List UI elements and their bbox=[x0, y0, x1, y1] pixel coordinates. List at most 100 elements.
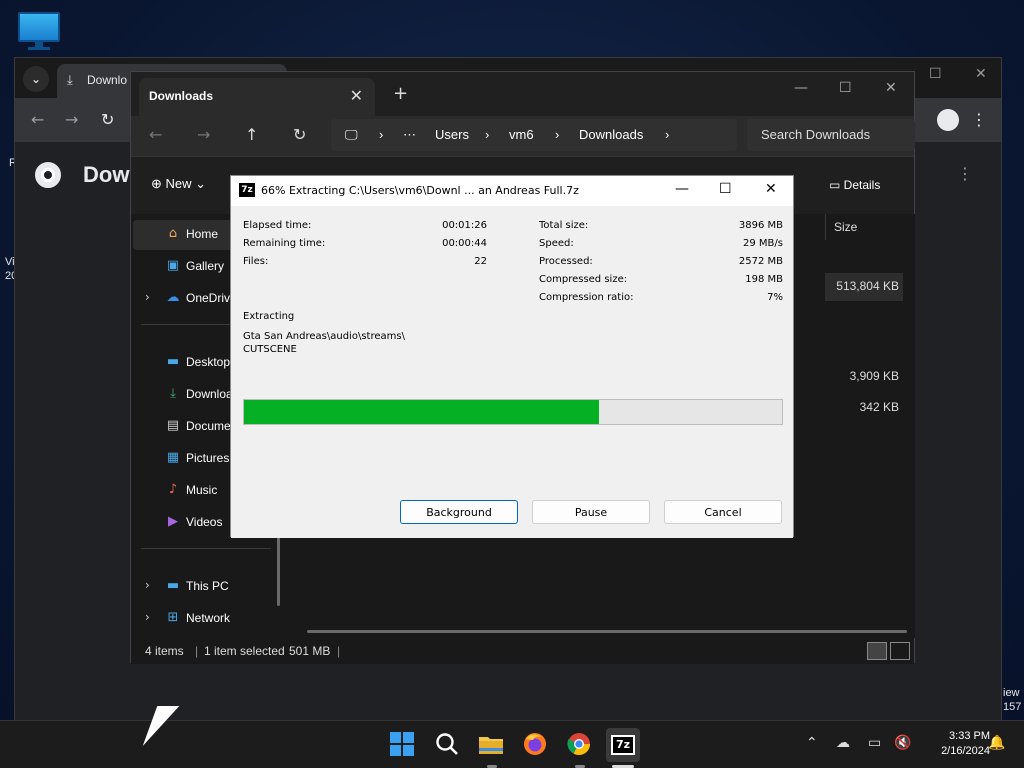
document-icon: ▤ bbox=[166, 418, 180, 433]
chevron-up-icon[interactable]: ⌃ bbox=[806, 735, 818, 751]
cloud-icon: ☁ bbox=[166, 290, 180, 305]
explorer-address-bar: ← → ↑ ↻ 🖵 › ⋯ Users › vm6 › Downloads › … bbox=[131, 116, 915, 156]
file-size-cell: 3,909 KB bbox=[849, 369, 899, 383]
notification-bell-icon[interactable]: 🔔 bbox=[988, 735, 1005, 751]
compression-ratio-value: 7% bbox=[767, 292, 783, 303]
chrome-menu-icon[interactable]: ⋮ bbox=[971, 110, 987, 129]
pictures-icon: ▦ bbox=[166, 450, 180, 465]
status-item-count: 4 items bbox=[145, 644, 184, 658]
chrome-forward-button[interactable]: → bbox=[65, 110, 78, 129]
pause-button[interactable]: Pause bbox=[532, 500, 650, 524]
sidebar-item-this-pc[interactable]: › ▬ This PC bbox=[133, 572, 281, 602]
remaining-value: 00:00:44 bbox=[442, 238, 487, 249]
chrome-icon[interactable] bbox=[566, 731, 594, 759]
more-icon[interactable]: ⋯ bbox=[403, 127, 416, 143]
profile-avatar[interactable] bbox=[937, 109, 959, 131]
chrome-back-button[interactable]: ← bbox=[31, 110, 44, 129]
7zip-taskbar-logo: 7z bbox=[611, 735, 635, 755]
chrome-maximize-button[interactable]: ☐ bbox=[929, 66, 942, 82]
7zip-minimize-button[interactable]: — bbox=[675, 181, 689, 197]
chevron-right-icon: › bbox=[665, 127, 670, 142]
sidebar-item-label: Music bbox=[186, 483, 218, 497]
compressed-size-value: 198 MB bbox=[745, 274, 783, 285]
chevron-right-icon[interactable]: › bbox=[145, 290, 150, 304]
total-size-label: Total size: bbox=[539, 220, 589, 231]
clock-time: 3:33 PM bbox=[949, 730, 990, 742]
new-tab-icon[interactable]: + bbox=[393, 83, 408, 104]
remaining-label: Remaining time: bbox=[243, 238, 326, 249]
explorer-tab-title: Downloads bbox=[149, 89, 214, 103]
address-path[interactable]: 🖵 › ⋯ Users › vm6 › Downloads › bbox=[331, 119, 737, 151]
files-label: Files: bbox=[243, 256, 269, 267]
monitor-icon: 🖵 bbox=[345, 127, 358, 142]
sidebar-item-label: Network bbox=[186, 611, 231, 625]
chevron-right-icon[interactable]: › bbox=[145, 578, 150, 592]
refresh-icon[interactable]: ↻ bbox=[293, 125, 306, 144]
explorer-tab-downloads[interactable]: Downloads ✕ bbox=[139, 78, 375, 116]
chrome-logo-icon bbox=[35, 162, 61, 188]
total-size-value: 3896 MB bbox=[738, 220, 783, 231]
details-view-button[interactable] bbox=[867, 642, 887, 660]
search-placeholder: Search Downloads bbox=[761, 127, 871, 142]
search-icon[interactable] bbox=[434, 731, 462, 759]
chevron-right-icon: › bbox=[379, 127, 384, 142]
close-tab-icon[interactable]: ✕ bbox=[350, 86, 363, 105]
explorer-maximize-button[interactable]: ☐ bbox=[839, 80, 852, 96]
breadcrumb-vm6[interactable]: vm6 bbox=[509, 127, 534, 142]
tiles-view-button[interactable] bbox=[890, 642, 910, 660]
this-pc-desktop-icon[interactable] bbox=[18, 12, 60, 50]
sidebar-item-label: Docume bbox=[186, 419, 231, 433]
7zip-maximize-button[interactable]: ☐ bbox=[719, 181, 732, 197]
network-icon[interactable]: ▭ bbox=[868, 735, 881, 751]
sidebar-divider bbox=[141, 548, 271, 549]
file-size-cell: 342 KB bbox=[859, 400, 899, 414]
chevron-right-icon: › bbox=[555, 127, 560, 142]
speed-value: 29 MB/s bbox=[743, 238, 783, 249]
7zip-body: Elapsed time: 00:01:26 Remaining time: 0… bbox=[231, 206, 793, 538]
search-input[interactable]: Search Downloads bbox=[747, 119, 915, 151]
column-header-size[interactable]: Size bbox=[825, 214, 907, 240]
desktop-icon: ▬ bbox=[166, 354, 180, 369]
chevron-right-icon[interactable]: › bbox=[145, 610, 150, 624]
7zip-close-button[interactable]: ✕ bbox=[765, 181, 777, 197]
background-button[interactable]: Background bbox=[400, 500, 518, 524]
chrome-reload-button[interactable]: ↻ bbox=[101, 110, 114, 129]
windows-start-icon[interactable] bbox=[389, 731, 417, 759]
chrome-close-button[interactable]: ✕ bbox=[975, 66, 987, 82]
onedrive-offline-icon[interactable]: ☁ bbox=[836, 735, 850, 751]
elapsed-value: 00:01:26 bbox=[442, 220, 487, 231]
explorer-titlebar: Downloads ✕ + — ☐ ✕ bbox=[131, 72, 914, 116]
back-icon[interactable]: ← bbox=[149, 125, 162, 144]
edge-text-right-1: iew bbox=[1003, 687, 1020, 699]
speed-label: Speed: bbox=[539, 238, 574, 249]
firefox-icon[interactable] bbox=[522, 731, 550, 759]
new-button[interactable]: ⊕ New ⌄ bbox=[151, 176, 206, 192]
processed-label: Processed: bbox=[539, 256, 593, 267]
processed-value: 2572 MB bbox=[738, 256, 783, 267]
downloads-menu-icon[interactable]: ⋮ bbox=[957, 164, 973, 183]
sidebar-item-network[interactable]: › ⊞ Network bbox=[133, 604, 281, 634]
new-button-label: New bbox=[165, 176, 192, 191]
volume-muted-icon[interactable]: 🔇 bbox=[894, 735, 911, 751]
videos-icon: ▶ bbox=[168, 514, 178, 529]
explorer-close-button[interactable]: ✕ bbox=[885, 80, 897, 96]
breadcrumb-downloads[interactable]: Downloads bbox=[579, 127, 643, 142]
current-path-line1: Gta San Andreas\audio\streams\ bbox=[243, 331, 405, 342]
sidebar-item-label: Home bbox=[186, 227, 219, 241]
forward-icon[interactable]: → bbox=[197, 125, 210, 144]
sidebar-item-label: Pictures bbox=[186, 451, 230, 465]
breadcrumb-users[interactable]: Users bbox=[435, 127, 469, 142]
horizontal-scrollbar[interactable] bbox=[307, 630, 907, 633]
system-clock[interactable]: 3:33 PM 2/16/2024 bbox=[920, 729, 990, 759]
explorer-minimize-button[interactable]: — bbox=[794, 80, 808, 96]
cancel-button[interactable]: Cancel bbox=[664, 500, 782, 524]
details-button[interactable]: ▭ Details bbox=[829, 178, 880, 192]
7zip-title: 66% Extracting C:\Users\vm6\Downl ... an… bbox=[261, 184, 579, 197]
up-icon[interactable]: ↑ bbox=[245, 125, 258, 144]
file-explorer-icon[interactable] bbox=[478, 731, 506, 759]
tab-search-button[interactable]: ⌄ bbox=[23, 66, 49, 92]
sidebar-item-label: Videos bbox=[186, 515, 223, 529]
status-separator: | bbox=[195, 644, 199, 658]
7zip-icon[interactable]: 7z bbox=[606, 728, 640, 762]
compressed-size-label: Compressed size: bbox=[539, 274, 628, 285]
